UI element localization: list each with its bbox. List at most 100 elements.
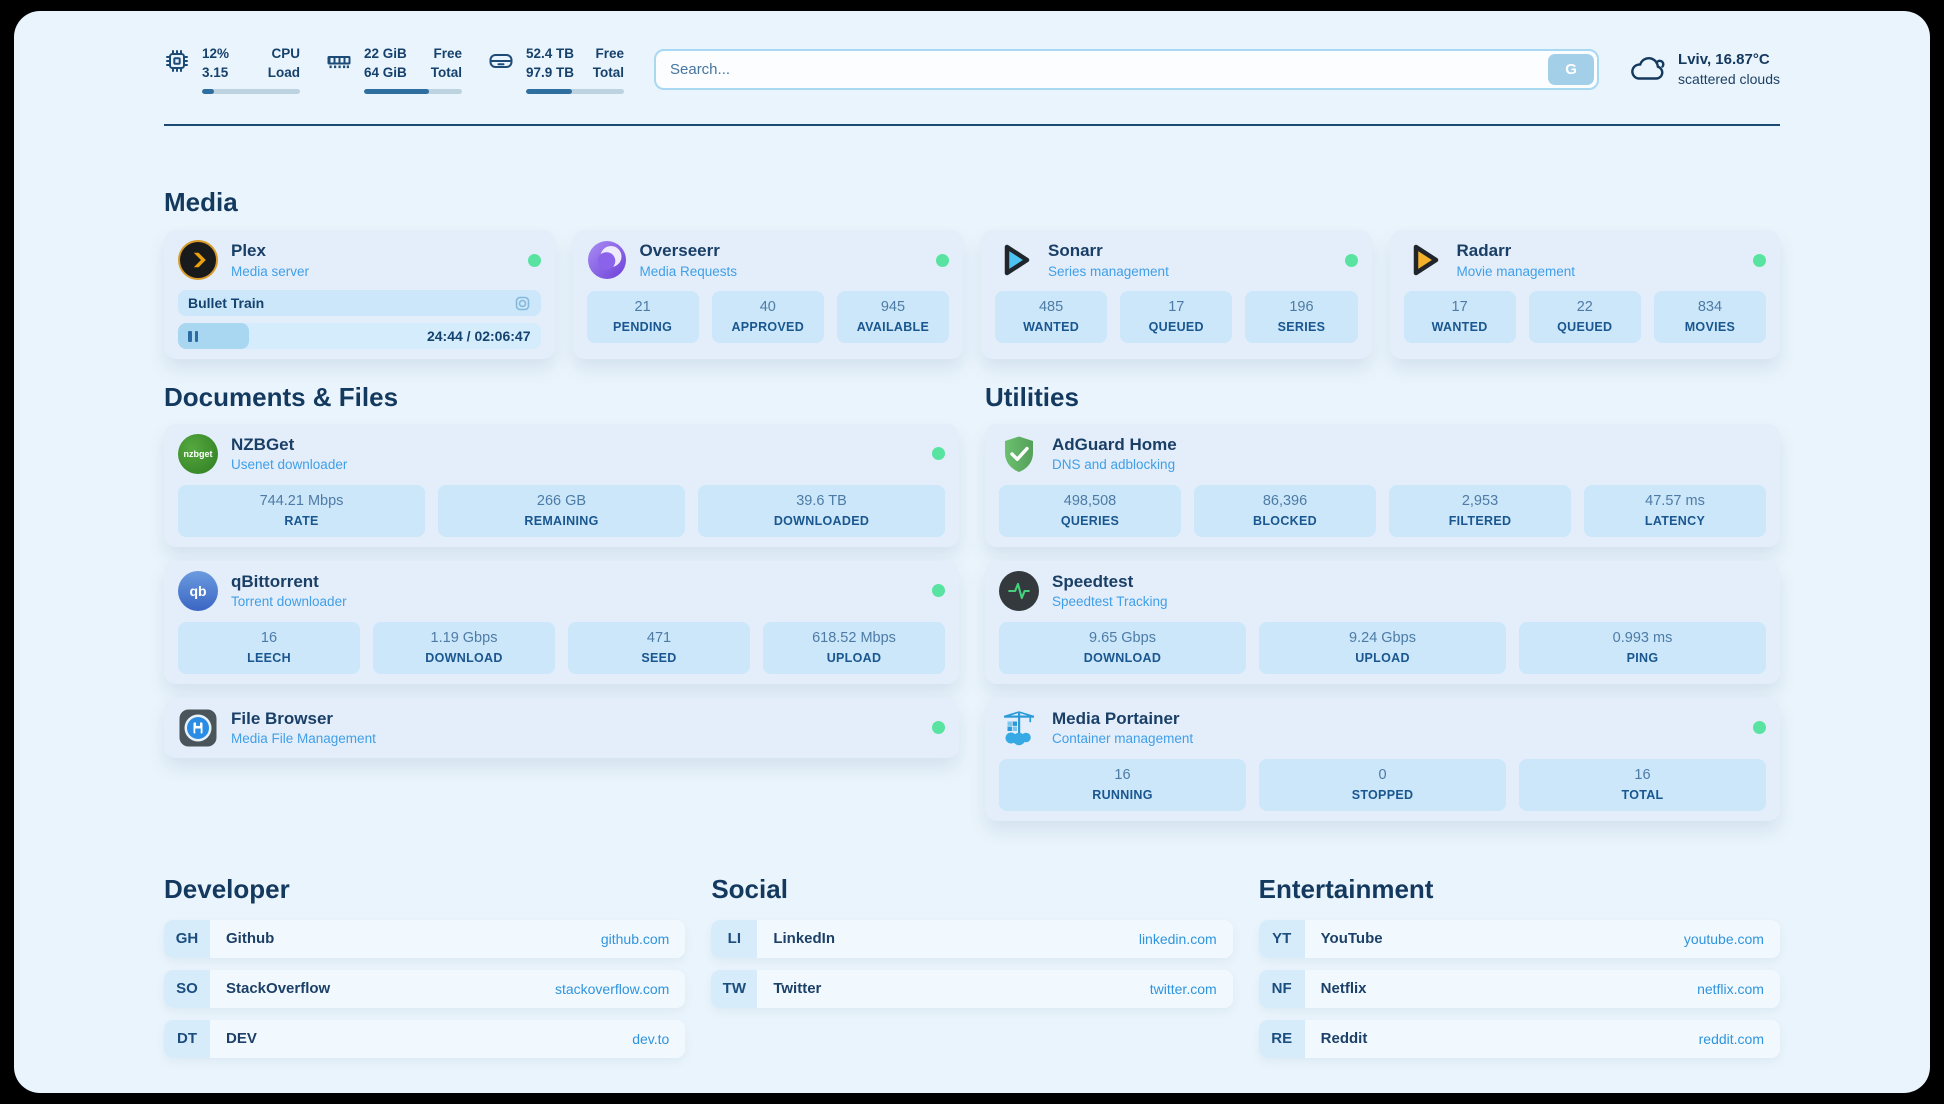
stat-pill: 9.24 Gbps UPLOAD: [1259, 622, 1506, 674]
link-url[interactable]: twitter.com: [1150, 981, 1217, 997]
stat-pill: 9.65 Gbps DOWNLOAD: [999, 622, 1246, 674]
section-title-entertainment: Entertainment: [1259, 873, 1780, 906]
app-title: File Browser: [231, 708, 376, 730]
pause-icon[interactable]: [188, 331, 198, 342]
disk-progress-bar: [526, 89, 624, 94]
app-title: Speedtest: [1052, 571, 1168, 593]
stat-pill: 945 AVAILABLE: [837, 291, 949, 343]
stat-pill: 17 WANTED: [1404, 291, 1516, 343]
portainer-icon: [999, 708, 1039, 748]
link-row-dev[interactable]: DT DEV dev.to: [164, 1020, 685, 1058]
link-url[interactable]: netflix.com: [1697, 981, 1764, 997]
section-title-utilities: Utilities: [985, 381, 1780, 414]
app-card-adguard[interactable]: AdGuard Home DNS and adblocking 498,508 …: [985, 424, 1780, 547]
stat-pill: 17 QUEUED: [1120, 291, 1232, 343]
sonarr-icon: [995, 240, 1035, 280]
weather-widget: Lviv, 16.87°C scattered clouds: [1629, 49, 1780, 90]
link-row-netflix[interactable]: NF Netflix netflix.com: [1259, 970, 1780, 1008]
stat-pill: 2,953 FILTERED: [1389, 485, 1571, 537]
app-subtitle: Torrent downloader: [231, 593, 347, 611]
link-row-linkedin[interactable]: LI LinkedIn linkedin.com: [711, 920, 1232, 958]
app-card-sonarr[interactable]: Sonarr Series management 485 WANTED 17 Q…: [981, 230, 1372, 359]
app-card-radarr[interactable]: Radarr Movie management 17 WANTED 22 QUE…: [1390, 230, 1781, 359]
radarr-icon: [1404, 240, 1444, 280]
app-card-portainer[interactable]: Media Portainer Container management 16 …: [985, 698, 1780, 821]
cloud-icon: [1629, 53, 1667, 85]
stat-pill: 744.21 Mbps RATE: [178, 485, 425, 537]
disk-progress-fill: [526, 89, 572, 94]
section-title-documents: Documents & Files: [164, 381, 959, 414]
link-row-youtube[interactable]: YT YouTube youtube.com: [1259, 920, 1780, 958]
link-abbr-tile: TW: [711, 970, 757, 1008]
filebrowser-icon: [178, 708, 218, 748]
app-subtitle: Usenet downloader: [231, 456, 347, 474]
status-dot: [932, 721, 945, 734]
ram-stat: 22 GiB 64 GiB Free Total: [326, 45, 462, 94]
link-abbr-tile: GH: [164, 920, 210, 958]
links-column-developer: Developer GH Github github.com SO StackO…: [164, 873, 685, 1070]
stat-pill: 16 LEECH: [178, 622, 360, 674]
cpu-progress-bar: [202, 89, 300, 94]
link-url[interactable]: linkedin.com: [1139, 931, 1217, 947]
app-card-filebrowser[interactable]: File Browser Media File Management: [164, 698, 959, 758]
section-title-developer: Developer: [164, 873, 685, 906]
link-row-twitter[interactable]: TW Twitter twitter.com: [711, 970, 1232, 1008]
disk-total-value: 97.9 TB: [526, 64, 574, 83]
status-dot: [936, 254, 949, 267]
links-column-social: Social LI LinkedIn linkedin.com TW Twitt…: [711, 873, 1232, 1070]
link-name: Reddit: [1321, 1030, 1368, 1047]
app-card-overseerr[interactable]: Overseerr Media Requests 21 PENDING 40 A…: [573, 230, 964, 359]
app-title: Sonarr: [1048, 240, 1169, 262]
link-abbr-tile: SO: [164, 970, 210, 1008]
adguard-icon: [999, 434, 1039, 474]
stat-pill: 16 TOTAL: [1519, 759, 1766, 811]
link-abbr-tile: NF: [1259, 970, 1305, 1008]
app-card-qbittorrent[interactable]: qb qBittorrent Torrent downloader 16 LEE…: [164, 561, 959, 684]
link-url[interactable]: youtube.com: [1684, 931, 1764, 947]
link-url[interactable]: reddit.com: [1699, 1031, 1764, 1047]
status-dot: [932, 447, 945, 460]
plex-icon: [178, 240, 218, 280]
cpu-label: CPU: [268, 45, 300, 64]
video-settings-icon[interactable]: [514, 295, 531, 312]
header: 12% 3.15 CPU Load: [14, 11, 1930, 94]
system-stats: 12% 3.15 CPU Load: [164, 45, 624, 94]
links-column-entertainment: Entertainment YT YouTube youtube.com NF …: [1259, 873, 1780, 1070]
app-subtitle: Media Requests: [640, 263, 738, 281]
stat-pill: 0.993 ms PING: [1519, 622, 1766, 674]
app-subtitle: Movie management: [1457, 263, 1576, 281]
link-url[interactable]: dev.to: [632, 1031, 669, 1047]
nzbget-icon: nzbget: [178, 434, 218, 474]
stat-pill: 485 WANTED: [995, 291, 1107, 343]
app-subtitle: DNS and adblocking: [1052, 456, 1177, 474]
qbittorrent-icon: qb: [178, 571, 218, 611]
stat-pill: 21 PENDING: [587, 291, 699, 343]
link-url[interactable]: stackoverflow.com: [555, 981, 669, 997]
app-card-speedtest[interactable]: Speedtest Speedtest Tracking 9.65 Gbps D…: [985, 561, 1780, 684]
app-card-plex[interactable]: Plex Media server Bullet Train 24:44 / 0…: [164, 230, 555, 359]
stat-pill: 834 MOVIES: [1654, 291, 1766, 343]
link-abbr-tile: YT: [1259, 920, 1305, 958]
link-row-stackoverflow[interactable]: SO StackOverflow stackoverflow.com: [164, 970, 685, 1008]
cpu-stat: 12% 3.15 CPU Load: [164, 45, 300, 94]
app-card-nzbget[interactable]: nzbget NZBGet Usenet downloader 744.21 M…: [164, 424, 959, 547]
link-url[interactable]: github.com: [601, 931, 669, 947]
link-row-github[interactable]: GH Github github.com: [164, 920, 685, 958]
disk-total-label: Total: [593, 64, 624, 83]
status-dot: [932, 584, 945, 597]
link-abbr-tile: DT: [164, 1020, 210, 1058]
stat-pill: 618.52 Mbps UPLOAD: [763, 622, 945, 674]
search-provider-button[interactable]: G: [1548, 54, 1594, 85]
stat-pill: 1.19 Gbps DOWNLOAD: [373, 622, 555, 674]
cpu-usage-value: 12%: [202, 45, 229, 64]
disk-icon: [488, 48, 514, 74]
link-row-reddit[interactable]: RE Reddit reddit.com: [1259, 1020, 1780, 1058]
playback-progress-bar[interactable]: 24:44 / 02:06:47: [178, 323, 541, 349]
link-name: YouTube: [1321, 930, 1383, 947]
app-subtitle: Speedtest Tracking: [1052, 593, 1168, 611]
overseerr-icon: [587, 240, 627, 280]
search-input[interactable]: [654, 49, 1599, 90]
stat-pill: 40 APPROVED: [712, 291, 824, 343]
cpu-load-value: 3.15: [202, 64, 229, 83]
weather-condition: scattered clouds: [1678, 70, 1780, 90]
